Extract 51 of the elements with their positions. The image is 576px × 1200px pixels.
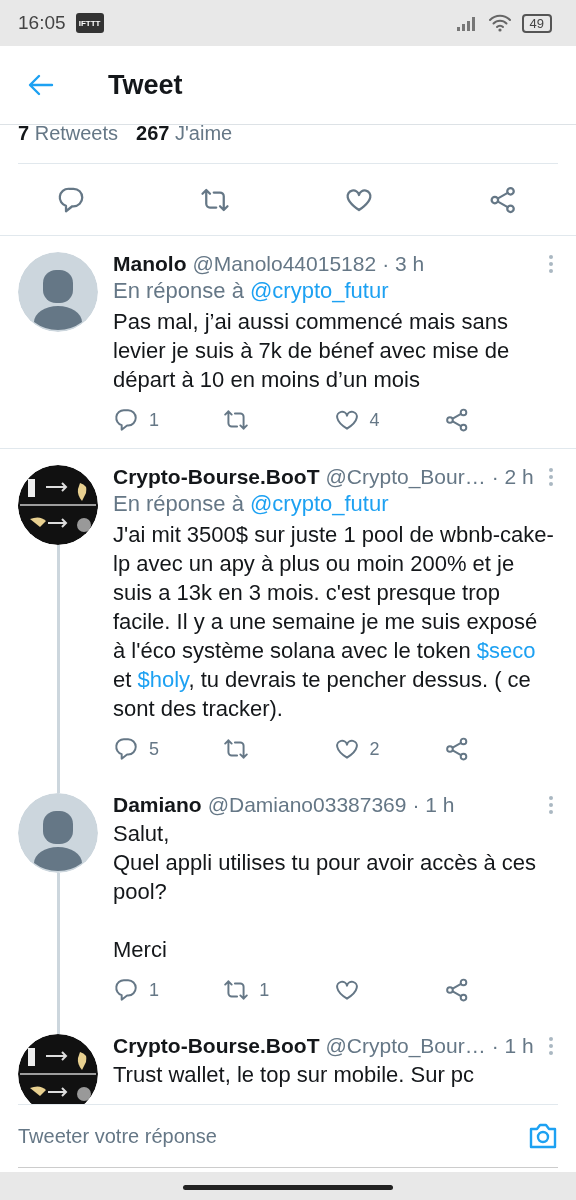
timestamp: · 1 h <box>491 1034 534 1058</box>
retweet-button[interactable] <box>223 977 250 1003</box>
page-title: Tweet <box>108 69 183 101</box>
stat-link[interactable]: 267 J'aime <box>136 125 233 141</box>
reply-count: 1 <box>149 979 159 1001</box>
user-handle[interactable]: @Damiano03387369 <box>207 793 407 817</box>
retweet-count: 1 <box>259 979 270 1001</box>
wifi-icon <box>487 14 512 32</box>
avatar-silhouette-icon <box>18 793 98 873</box>
user-handle[interactable]: @Crypto_Bour… <box>325 1034 486 1058</box>
user-name[interactable]: Crypto-Bourse.BooT <box>113 1034 320 1058</box>
speech-bubble-button[interactable] <box>113 407 139 433</box>
tweet-text: J'ai mit 3500$ sur juste 1 pool de wbnb-cake-lp avec un apy à plus ou moin 200% et je suis a 13k en 3 mois. c'est presque trop facile. Il y a une semaine je me suis exposé à l'éco système solana avec le token $seco et $holy, tu devrais te pencher dessus. ( ce sont des tracker). <box>113 521 554 723</box>
reply-count: 1 <box>149 409 159 431</box>
timestamp: · 1 h <box>412 793 455 817</box>
mention-link[interactable]: @crypto_futur <box>250 491 389 516</box>
timestamp: · 3 h <box>382 252 425 276</box>
avatar-silhouette-icon <box>18 252 98 332</box>
reply-context: En réponse à @crypto_futur <box>113 490 390 518</box>
retweet-button[interactable] <box>223 736 250 762</box>
battery-indicator: 49 <box>521 13 552 33</box>
clock: 16:05 <box>18 12 66 34</box>
reply-input-field[interactable]: Tweeter votre réponse <box>18 1124 528 1148</box>
camera-icon[interactable] <box>528 1122 558 1150</box>
user-name[interactable]: Damiano <box>113 793 202 817</box>
share-button[interactable] <box>443 407 470 433</box>
user-handle[interactable]: @Crypto_Bour… <box>325 465 486 489</box>
share-button[interactable] <box>443 977 470 1003</box>
share-button[interactable] <box>443 736 470 762</box>
notification-icon: IFTTT <box>75 13 104 33</box>
reply-count: 5 <box>149 738 159 760</box>
share-button[interactable] <box>488 184 518 215</box>
hashtag-link[interactable]: $seco <box>476 638 536 663</box>
signal-icon <box>455 15 478 31</box>
tweet-text: Pas mal, j’ai aussi commencé mais sans levier je suis à 7k de bénef avec mise de départ à 10 en moins d’un mois <box>113 308 511 394</box>
user-name[interactable]: Manolo <box>113 252 187 276</box>
user-name[interactable]: Crypto-Bourse.BooT <box>113 465 320 489</box>
tweet-text: Trust wallet, le top sur mobile. Sur pc <box>113 1061 476 1089</box>
speech-bubble-button[interactable] <box>113 736 139 762</box>
like-count: 4 <box>369 409 380 431</box>
tweet-text: Salut, Quel appli utilises tu pour avoir accès à ces pool? Merci <box>113 820 538 964</box>
user-handle[interactable]: @Manolo44015182 <box>192 252 377 276</box>
mention-link[interactable]: @crypto_futur <box>250 278 389 303</box>
back-arrow-icon[interactable] <box>28 74 54 96</box>
reply-context: En réponse à @crypto_futur <box>113 277 390 305</box>
like-count: 2 <box>369 738 380 760</box>
retweet-button[interactable] <box>223 407 250 433</box>
stat-link[interactable]: 7 Retweets <box>18 125 119 141</box>
speech-bubble-button[interactable] <box>113 977 139 1003</box>
timestamp: · 2 h <box>491 465 534 489</box>
hashtag-link[interactable]: $holy <box>137 667 189 692</box>
